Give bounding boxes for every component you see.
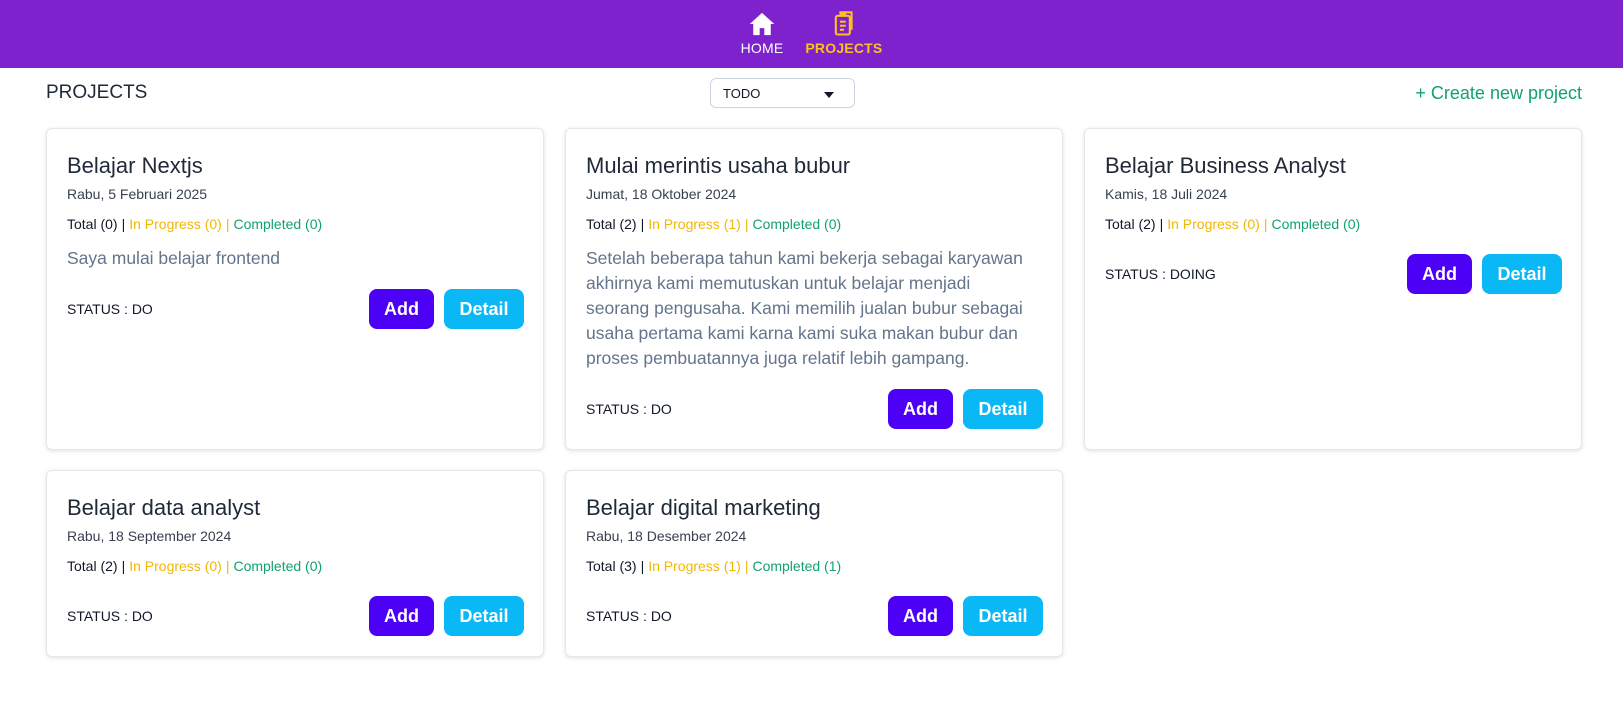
stat-total: Total (2) (1105, 216, 1156, 232)
project-date: Kamis, 18 Juli 2024 (1105, 186, 1228, 202)
project-card: Belajar digital marketing Rabu, 18 Desem… (565, 470, 1063, 657)
project-status: STATUS : DOING (1105, 266, 1216, 282)
project-stats: Total (3) | In Progress (1) | Completed (1) (586, 558, 842, 574)
main-nav: HOME PROJECTS (0, 0, 1623, 68)
project-date: Rabu, 5 Februari 2025 (67, 186, 208, 202)
stat-total: Total (0) (67, 216, 118, 232)
detail-button[interactable]: Detail (963, 596, 1043, 636)
project-card: Belajar data analyst Rabu, 18 September … (46, 470, 544, 657)
nav-home-label: HOME (740, 40, 784, 56)
project-description: Setelah beberapa tahun kami bekerja seba… (586, 248, 1023, 368)
stat-completed: Completed (0) (1271, 216, 1361, 232)
project-card: Belajar Nextjs Rabu, 5 Februari 2025 Tot… (46, 128, 544, 450)
project-status: STATUS : DO (586, 401, 672, 417)
project-card: Mulai merintis usaha bubur Jumat, 18 Okt… (565, 128, 1063, 450)
project-status: STATUS : DO (67, 301, 153, 317)
add-button[interactable]: Add (369, 289, 434, 329)
stat-in-progress: In Progress (1) (648, 216, 741, 232)
project-status: STATUS : DO (586, 608, 672, 624)
status-filter-value: TODO (723, 85, 761, 101)
top-navbar: HOME PROJECTS (0, 0, 1623, 68)
stat-total: Total (3) (586, 558, 637, 574)
stat-total: Total (2) (67, 558, 118, 574)
stat-in-progress: In Progress (1) (648, 558, 741, 574)
project-description: Saya mulai belajar frontend (67, 248, 281, 268)
stat-completed: Completed (1) (752, 558, 842, 574)
detail-button[interactable]: Detail (444, 289, 524, 329)
stat-completed: Completed (0) (752, 216, 842, 232)
clipboard-icon (834, 11, 853, 36)
project-stats: Total (0) | In Progress (0) | Completed (0) (67, 216, 323, 232)
add-button[interactable]: Add (888, 389, 953, 429)
project-date: Rabu, 18 September 2024 (67, 528, 232, 544)
add-button[interactable]: Add (888, 596, 953, 636)
stat-in-progress: In Progress (0) (129, 558, 222, 574)
nav-projects-label: PROJECTS (805, 40, 883, 56)
nav-projects[interactable]: PROJECTS (805, 0, 882, 68)
detail-button[interactable]: Detail (1482, 254, 1562, 294)
project-date: Rabu, 18 Desember 2024 (586, 528, 747, 544)
project-card: Belajar Business Analyst Kamis, 18 Juli … (1084, 128, 1582, 450)
project-stats: Total (2) | In Progress (0) | Completed (0) (1105, 216, 1361, 232)
status-filter-select[interactable]: TODO (710, 78, 855, 108)
add-button[interactable]: Add (369, 596, 434, 636)
project-status: STATUS : DO (67, 608, 153, 624)
stat-total: Total (2) (586, 216, 637, 232)
page-title: PROJECTS (46, 82, 148, 103)
stat-in-progress: In Progress (0) (1167, 216, 1260, 232)
stat-in-progress: In Progress (0) (129, 216, 222, 232)
detail-button[interactable]: Detail (444, 596, 524, 636)
project-stats: Total (2) | In Progress (1) | Completed (0) (586, 216, 842, 232)
chevron-down-icon (824, 92, 834, 98)
nav-home[interactable]: HOME (741, 0, 784, 68)
stat-completed: Completed (0) (233, 558, 323, 574)
project-title: Belajar digital marketing (586, 495, 821, 520)
project-stats: Total (2) | In Progress (0) | Completed (0) (67, 558, 323, 574)
project-title: Belajar Nextjs (67, 153, 203, 178)
project-title: Mulai merintis usaha bubur (586, 153, 851, 178)
add-button[interactable]: Add (1407, 254, 1472, 294)
detail-button[interactable]: Detail (963, 389, 1043, 429)
project-date: Jumat, 18 Oktober 2024 (586, 186, 737, 202)
home-icon (749, 12, 775, 36)
stat-completed: Completed (0) (233, 216, 323, 232)
project-title: Belajar data analyst (67, 495, 261, 520)
project-title: Belajar Business Analyst (1105, 153, 1346, 178)
create-project-link[interactable]: + Create new project (1415, 83, 1582, 104)
